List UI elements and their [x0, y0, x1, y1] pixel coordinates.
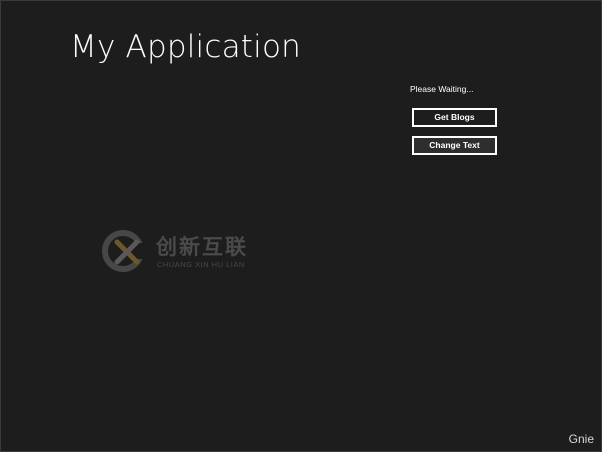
- credit-signature: Gnie: [568, 432, 594, 446]
- watermark-english-text: CHUANG XIN HU LIAN: [157, 260, 245, 269]
- watermark-chinese-text: 创新互联: [156, 235, 248, 259]
- status-text: Please Waiting...: [410, 84, 474, 94]
- watermark: 创新互联 CHUANG XIN HU LIAN: [101, 229, 281, 279]
- get-blogs-button[interactable]: Get Blogs: [412, 108, 497, 127]
- x-logo-icon: [102, 230, 149, 272]
- page-title: My Application: [70, 29, 301, 65]
- app-window: My Application Please Waiting... Get Blo…: [0, 0, 602, 452]
- change-text-button[interactable]: Change Text: [412, 136, 497, 155]
